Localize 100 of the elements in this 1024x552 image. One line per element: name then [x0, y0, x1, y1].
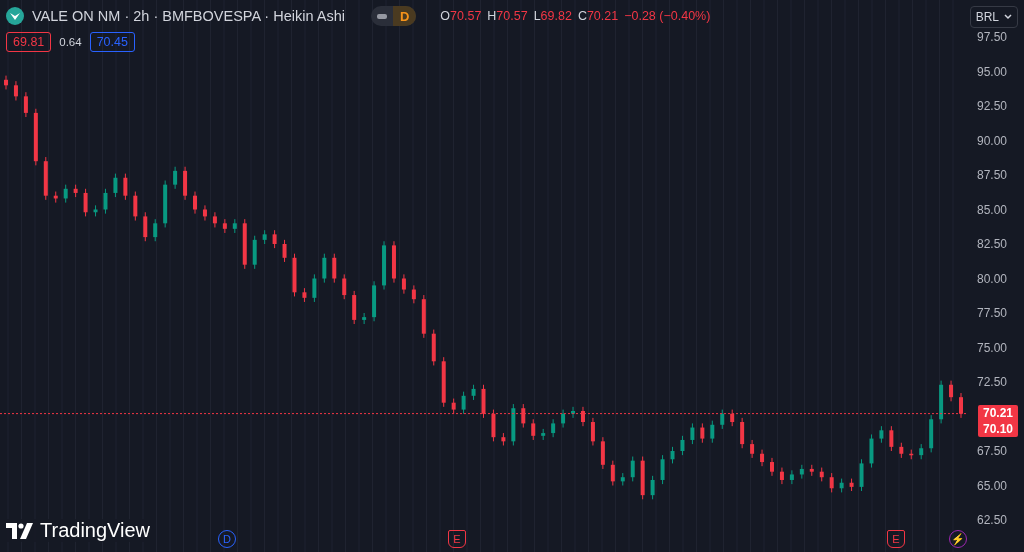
- candle: [103, 188, 108, 215]
- candle: [630, 456, 635, 482]
- candle: [262, 229, 267, 245]
- candle: [123, 173, 128, 201]
- candle: [362, 312, 367, 325]
- earnings-marker[interactable]: E: [448, 530, 466, 548]
- candle: [590, 417, 595, 446]
- candle: [491, 409, 496, 442]
- candle: [411, 284, 416, 304]
- currency-dropdown[interactable]: BRL: [969, 6, 1018, 28]
- candle: [581, 406, 585, 427]
- candle: [322, 253, 327, 284]
- candle: [481, 384, 486, 419]
- candle: [183, 166, 188, 201]
- candle: [4, 75, 8, 90]
- axis-label: 82.50: [976, 237, 1007, 251]
- candle: [23, 91, 28, 118]
- candle: [760, 449, 765, 467]
- price-change: −0.28 (−0.40%): [624, 9, 711, 23]
- candle: [551, 418, 556, 438]
- candle: [421, 294, 426, 339]
- candle: [501, 432, 506, 446]
- axis-label: 67.50: [976, 444, 1007, 458]
- candle: [232, 218, 237, 234]
- candle: [929, 414, 934, 453]
- candle: [730, 409, 735, 427]
- ohlc-value: H70.57: [487, 9, 528, 23]
- candle: [163, 180, 168, 228]
- candle: [949, 380, 954, 402]
- axis-label: 90.00: [976, 133, 1007, 148]
- candle: [222, 218, 227, 234]
- candle: [640, 456, 645, 500]
- candle: [451, 398, 456, 415]
- candle: [620, 472, 625, 486]
- candle: [849, 478, 854, 492]
- candle: [511, 403, 516, 446]
- logo-text: TradingView: [40, 519, 151, 542]
- axis-label: 80.00: [976, 271, 1007, 286]
- candle: [670, 446, 675, 464]
- candle: [610, 460, 615, 486]
- sell-price-button[interactable]: 69.81: [6, 32, 52, 52]
- candle: [252, 235, 257, 270]
- candle: [212, 211, 217, 228]
- price-label: 70.21 70.10: [978, 405, 1018, 437]
- candle: [660, 454, 665, 485]
- candle: [471, 384, 476, 401]
- candle: [113, 173, 118, 198]
- candle: [272, 229, 277, 249]
- candle: [63, 184, 68, 204]
- candle: [332, 253, 337, 284]
- axis-label: 97.50: [976, 30, 1007, 44]
- candle: [829, 472, 834, 493]
- candle: [700, 422, 705, 444]
- candle: [13, 80, 18, 101]
- candle: [342, 273, 347, 300]
- ohlc-value: L69.82: [533, 9, 572, 23]
- buy-price-button[interactable]: 70.45: [89, 32, 135, 52]
- candle: [242, 218, 247, 270]
- candle: [650, 475, 655, 500]
- candle: [571, 406, 576, 419]
- candle: [869, 433, 874, 469]
- candle: [561, 409, 566, 429]
- candle: [282, 239, 287, 263]
- candle: [133, 191, 138, 222]
- candle: [143, 211, 148, 242]
- candle: [779, 467, 784, 485]
- delay-badge[interactable]: D: [392, 6, 417, 26]
- candle: [352, 290, 357, 325]
- candle: [600, 436, 605, 470]
- axis-label: 65.00: [976, 478, 1007, 493]
- candle: [541, 428, 546, 441]
- axis-label: 95.00: [976, 64, 1007, 79]
- candle: [521, 403, 526, 429]
- candle: [193, 191, 197, 215]
- candle: [809, 464, 814, 477]
- candle: [720, 409, 725, 430]
- symbol-logo-icon: [6, 7, 24, 25]
- candle: [839, 478, 844, 493]
- candle: [93, 204, 98, 217]
- symbol-title[interactable]: VALE ON NM · 2h · BMFBOVESPA · Heikin Ashi: [32, 8, 345, 24]
- candle: [919, 443, 924, 460]
- candle: [173, 166, 178, 190]
- candle: [889, 425, 894, 452]
- candle: [799, 464, 804, 480]
- ohlc-value: C70.21: [577, 9, 619, 23]
- axis-label: 92.50: [976, 99, 1007, 113]
- candle: [153, 218, 158, 242]
- candle: [83, 188, 88, 217]
- candle: [391, 240, 396, 284]
- candle: [401, 273, 406, 295]
- candle: [909, 449, 914, 460]
- spread-value: 0.64: [59, 36, 82, 48]
- candle: [202, 204, 207, 222]
- earnings-marker[interactable]: E: [887, 530, 905, 548]
- candle: [750, 439, 755, 459]
- axis-label: 75.00: [976, 340, 1007, 355]
- candle: [531, 418, 536, 441]
- candle: [43, 156, 48, 201]
- candle: [899, 442, 904, 459]
- caret-icon: [1004, 14, 1012, 20]
